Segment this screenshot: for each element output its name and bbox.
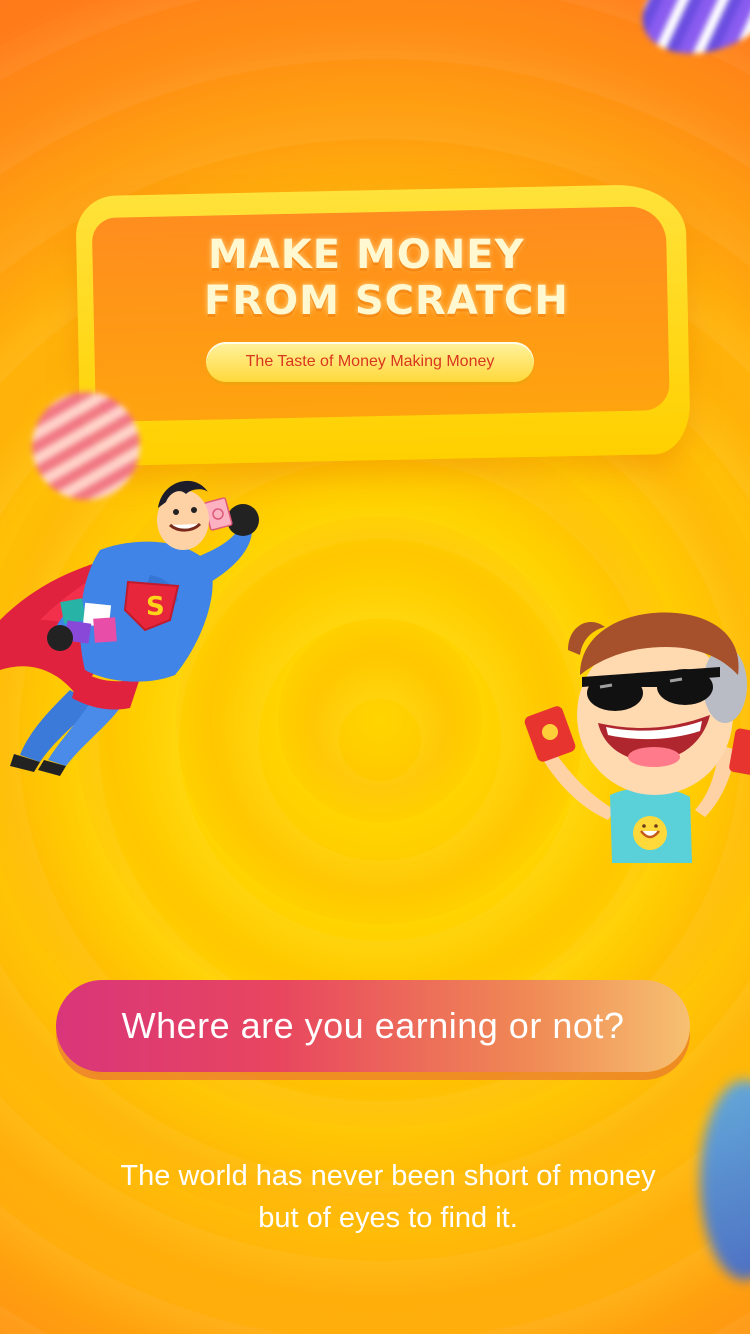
headline-line-1: MAKE MONEY: [208, 232, 525, 278]
tagline-text: The Taste of Money Making Money: [245, 353, 495, 370]
flying-superhero-illustration: S: [0, 480, 259, 776]
question-text: Where are you earning or not?: [121, 1005, 625, 1046]
headline-frame: [75, 183, 691, 467]
footer-message: The world has never been short of money …: [60, 1155, 716, 1239]
headline-title: MAKE MONEY FROM SCRATCH: [130, 232, 610, 324]
splash-screen: MAKE MONEY FROM SCRATCH The Taste of Mon…: [0, 0, 750, 1334]
headline-line-2: FROM SCRATCH: [204, 278, 569, 324]
svg-text:S: S: [146, 592, 165, 622]
footer-line-2: but of eyes to find it.: [258, 1202, 518, 1234]
sunglasses-boy-illustration: [524, 612, 750, 863]
footer-line-1: The world has never been short of money: [120, 1160, 656, 1192]
